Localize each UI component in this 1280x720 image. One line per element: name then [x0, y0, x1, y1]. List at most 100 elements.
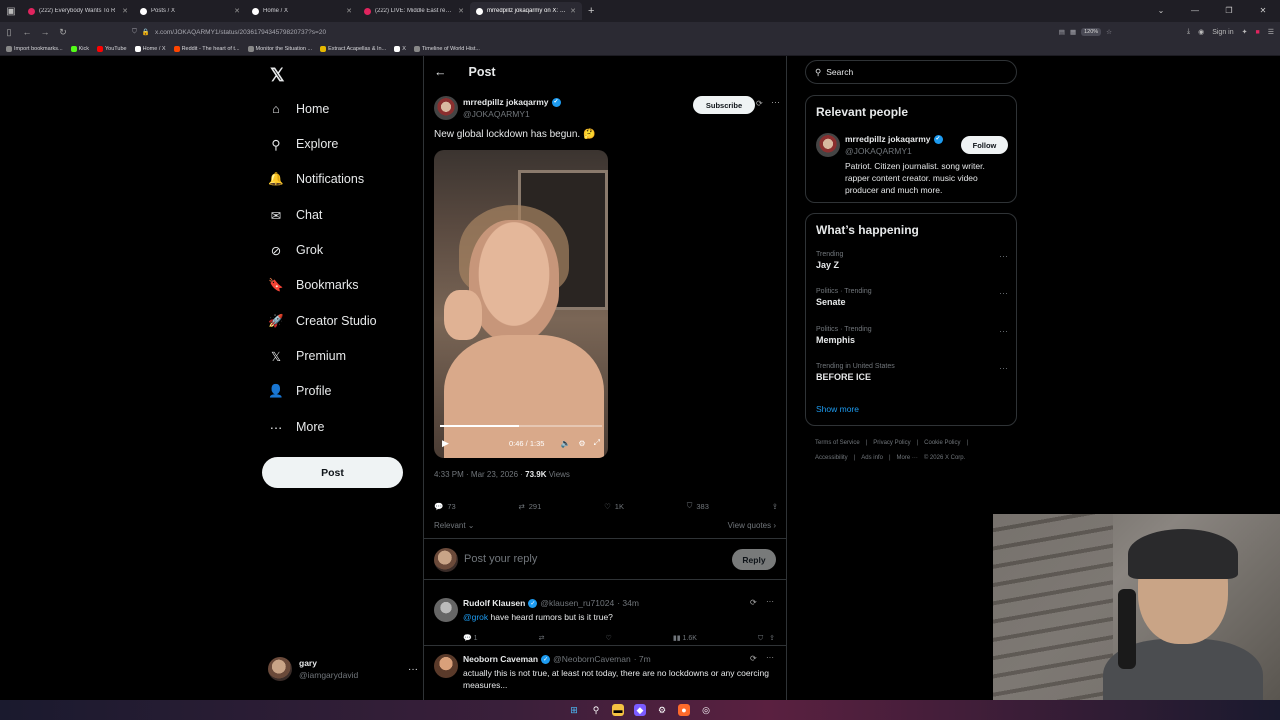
settings-icon[interactable]: ⚙ — [578, 439, 585, 448]
mention-link[interactable]: @grok — [463, 612, 488, 622]
avatar[interactable] — [434, 654, 458, 678]
repost-icon[interactable]: ⇄ — [539, 634, 545, 643]
person-names[interactable]: mrredpillz jokaqarmy ✓ @JOKAQARMY1 — [845, 133, 943, 157]
nav-item-bookmarks[interactable]: 🔖 Bookmarks — [268, 273, 358, 297]
menu-icon[interactable]: ☰ — [1268, 28, 1274, 36]
reply-action[interactable]: 💬 73 — [434, 502, 456, 511]
share-action[interactable]: ⇪ — [772, 502, 778, 511]
reply-author-name[interactable]: Rudolf Klausen — [463, 598, 525, 608]
nav-item-chat[interactable]: ✉ Chat — [268, 203, 323, 227]
grok-analyze-icon[interactable]: ⟳ — [756, 99, 763, 108]
avatar[interactable] — [816, 133, 840, 157]
more-icon[interactable]: ··· — [766, 653, 774, 662]
video-player[interactable]: ▶ 0:46 / 1:35 🔈 ⚙ ⤢ — [434, 150, 608, 458]
bookmark-item[interactable]: Extract Acapellas & In... — [320, 45, 386, 52]
trend-item[interactable]: Politics · Trending Senate ··· — [816, 288, 1008, 307]
footer-link[interactable]: Privacy Policy — [873, 440, 910, 446]
author-name-row[interactable]: mrredpillz jokaqarmy ✓ — [463, 96, 561, 108]
follow-button[interactable]: Follow — [961, 136, 1008, 154]
browser-tab[interactable]: (222) Everybody Wants To R ✕ — [22, 2, 134, 20]
more-icon[interactable]: ··· — [766, 597, 774, 606]
reload-icon[interactable]: ↻ — [54, 27, 72, 38]
subscribe-button[interactable]: Subscribe — [693, 96, 755, 114]
bookmark-item[interactable]: Monitor the Situation ... — [247, 45, 312, 52]
trend-item[interactable]: Trending Jay Z ··· — [816, 251, 1008, 270]
more-icon[interactable]: ··· — [408, 664, 418, 675]
extension-badge-icon[interactable]: ■ — [1255, 29, 1259, 36]
sign-in-link[interactable]: Sign in — [1212, 29, 1233, 36]
window-menu-icon[interactable]: ▣ — [0, 0, 22, 22]
like-action[interactable]: ♡ 1K — [604, 502, 624, 511]
reply-action[interactable]: 💬 1 — [463, 634, 478, 643]
windows-start-icon[interactable]: ⊞ — [568, 704, 580, 716]
bookmark-item[interactable]: Home / X — [134, 45, 166, 52]
browser-tab-active[interactable]: mrredpillz jokaqarmy on X: "Ne ✕ — [470, 2, 582, 20]
nav-item-more[interactable]: ⋯ More — [268, 415, 325, 439]
star-icon[interactable]: ☆ — [1106, 28, 1112, 36]
bookmark-icon[interactable]: ⛉ — [758, 635, 763, 642]
footer-link[interactable]: Ads info — [861, 455, 883, 461]
repost-action[interactable]: ⇄ 291 — [518, 502, 541, 511]
x-logo-icon[interactable]: 𝕏 — [270, 65, 285, 86]
account-icon[interactable]: ◉ — [1198, 28, 1204, 36]
browser-tab[interactable]: Home / X ✕ — [246, 2, 358, 20]
file-explorer-icon[interactable]: ▬ — [612, 704, 624, 716]
author-avatar[interactable] — [434, 96, 458, 120]
bookmark-item[interactable]: YouTube — [97, 45, 127, 52]
more-icon[interactable]: ··· — [999, 363, 1008, 373]
fullscreen-icon[interactable]: ⤢ — [594, 438, 600, 448]
close-tab-icon[interactable]: ✕ — [346, 7, 352, 15]
sidebar-toggle-icon[interactable]: ▯ — [0, 27, 18, 38]
more-icon[interactable]: ··· — [999, 326, 1008, 336]
bookmark-item[interactable]: Kick — [70, 45, 89, 52]
more-icon[interactable]: ··· — [771, 97, 780, 107]
more-icon[interactable]: ··· — [999, 288, 1008, 298]
maximize-icon[interactable]: ❐ — [1212, 0, 1246, 22]
footer-link[interactable]: More ··· — [897, 455, 918, 461]
trend-item[interactable]: Politics · Trending Memphis ··· — [816, 326, 1008, 345]
compose-post-button[interactable]: Post — [262, 457, 403, 488]
address-bar[interactable]: ⛉ 🔒 x.com/JOKAQARMY1/status/203617943457… — [132, 24, 1112, 40]
back-arrow-icon[interactable]: ← — [434, 65, 447, 79]
bookmark-action[interactable]: ⛉ 383 — [687, 501, 709, 511]
trend-item[interactable]: Trending in United States BEFORE ICE ··· — [816, 363, 1008, 382]
play-icon[interactable]: ▶ — [442, 438, 449, 449]
footer-link[interactable]: Accessibility — [815, 455, 848, 461]
bookmark-item[interactable]: Reddit - The heart of t... — [173, 45, 240, 52]
video-progress-bar[interactable] — [440, 425, 602, 427]
grok-analyze-icon[interactable]: ⟳ — [750, 598, 757, 607]
bookmark-item[interactable]: X — [394, 45, 406, 52]
close-tab-icon[interactable]: ✕ — [458, 7, 464, 15]
close-tab-icon[interactable]: ✕ — [570, 7, 576, 15]
forward-icon[interactable]: → — [36, 27, 54, 37]
reply-button[interactable]: Reply — [732, 549, 776, 570]
account-switcher[interactable]: gary @iamgarydavid ··· — [268, 655, 418, 683]
nav-item-premium[interactable]: 𝕏 Premium — [268, 344, 346, 368]
settings-icon[interactable]: ⚙ — [656, 704, 668, 716]
browser-tab[interactable]: Posts / X ✕ — [134, 2, 246, 20]
minimize-icon[interactable]: — — [1178, 0, 1212, 22]
extensions-icon[interactable]: ✦ — [1242, 28, 1248, 36]
nav-item-home[interactable]: ⌂ Home — [268, 97, 329, 121]
search-icon[interactable]: ⚲ — [590, 704, 602, 716]
nav-item-creator-studio[interactable]: 🚀 Creator Studio — [268, 309, 376, 333]
download-icon[interactable]: ⤓ — [1187, 28, 1190, 36]
app-icon[interactable]: ◆ — [634, 704, 646, 716]
new-tab-icon[interactable]: + — [588, 5, 594, 17]
nav-item-notifications[interactable]: 🔔 Notifications — [268, 167, 364, 191]
reply-item[interactable]: Rudolf Klausen ✓ @klausen_ru71024 · 34m ⟳ ·… — [424, 590, 786, 646]
reply-item[interactable]: Neoborn Caveman ✓ @NeobornCaveman · 7m ⟳ ··… — [424, 646, 786, 700]
avatar[interactable] — [434, 598, 458, 622]
view-quotes-link[interactable]: View quotes › — [728, 521, 776, 530]
back-icon[interactable]: ← — [18, 27, 36, 37]
reply-sort-dropdown[interactable]: Relevant ⌄ — [434, 521, 475, 530]
picture-icon[interactable]: ▦ — [1070, 28, 1076, 36]
browser-tab[interactable]: (222) LIVE: Middle East real-tim ✕ — [358, 2, 470, 20]
nav-item-profile[interactable]: 👤 Profile — [268, 379, 331, 403]
tab-list-icon[interactable]: ⌄ — [1144, 0, 1178, 22]
close-tab-icon[interactable]: ✕ — [122, 7, 128, 15]
nav-item-grok[interactable]: ⊘ Grok — [268, 238, 323, 262]
nav-item-explore[interactable]: ⚲ Explore — [268, 132, 338, 156]
grok-analyze-icon[interactable]: ⟳ — [750, 654, 757, 663]
share-icon[interactable]: ⇪ — [769, 635, 775, 642]
